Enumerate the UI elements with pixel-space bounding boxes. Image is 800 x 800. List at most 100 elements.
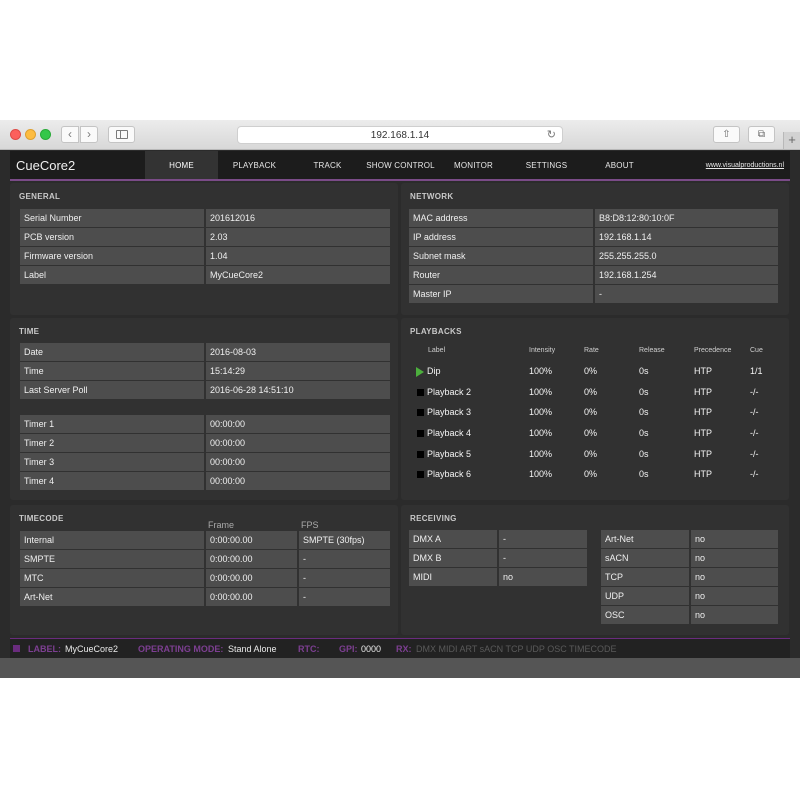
tabs-overview-button[interactable]: ⧉ <box>748 126 775 143</box>
chevron-left-icon: ‹ <box>68 127 72 141</box>
row-value: - <box>499 549 587 567</box>
row-label: MAC address <box>409 209 593 227</box>
sidebar-toggle-button[interactable] <box>108 126 135 143</box>
tab-home[interactable]: HOME <box>145 151 218 179</box>
row-value: 15:14:29 <box>206 362 390 380</box>
row-value: 255.255.255.0 <box>595 247 778 265</box>
row-label: MTC <box>20 569 204 587</box>
row-frame: 0:00:00.00 <box>206 569 297 587</box>
tab-track[interactable]: TRACK <box>291 151 364 179</box>
playback-cue: 1/1 <box>750 366 763 376</box>
row-frame: 0:00:00.00 <box>206 550 297 568</box>
row-value: no <box>691 587 778 605</box>
zoom-window-button[interactable] <box>40 129 51 140</box>
row-label: DMX A <box>409 530 497 548</box>
playback-cue: -/- <box>750 428 759 438</box>
status-rx-items: DMX MIDI ART sACN TCP UDP OSC TIMECODE <box>416 644 617 654</box>
stop-icon[interactable] <box>417 389 424 396</box>
new-tab-button[interactable]: + <box>783 132 800 149</box>
timer-value: 00:00:00 <box>206 453 390 471</box>
playback-label[interactable]: Playback 2 <box>427 387 471 397</box>
playback-intensity: 100% <box>529 387 553 397</box>
playbacks-panel: PLAYBACKS Label Intensity Rate Release P… <box>401 318 789 500</box>
tab-show-control[interactable]: SHOW CONTROL <box>364 151 437 179</box>
tabs-icon: ⧉ <box>757 129 766 140</box>
play-icon[interactable] <box>416 367 424 377</box>
playback-cue: -/- <box>750 469 759 479</box>
tab-monitor[interactable]: MONITOR <box>437 151 510 179</box>
back-button[interactable]: ‹ <box>61 126 79 143</box>
panel-title: TIMECODE <box>19 514 64 523</box>
row-label: MIDI <box>409 568 497 586</box>
row-label: Art-Net <box>20 588 204 606</box>
close-window-button[interactable] <box>10 129 21 140</box>
status-rtc-key: RTC: <box>298 644 320 654</box>
status-indicator-icon <box>13 645 20 652</box>
playback-cue: -/- <box>750 449 759 459</box>
app-brand: CueCore2 <box>16 158 76 173</box>
status-label-value: MyCueCore2 <box>65 644 119 654</box>
playback-release: 0s <box>639 449 649 459</box>
col-header-precedence: Precedence <box>694 347 732 354</box>
browser-toolbar: ‹ › 192.168.1.14 ↻ ⇧ ⧉ + <box>0 120 800 150</box>
tab-about[interactable]: ABOUT <box>583 151 656 179</box>
row-value: 192.168.1.14 <box>595 228 778 246</box>
row-label: sACN <box>601 549 689 567</box>
col-header-intensity: Intensity <box>529 347 556 354</box>
panel-title: RECEIVING <box>410 514 457 523</box>
tab-settings[interactable]: SETTINGS <box>510 151 583 179</box>
playback-label[interactable]: Playback 3 <box>427 407 471 417</box>
plus-icon: + <box>788 132 796 147</box>
playback-precedence: HTP <box>694 366 712 376</box>
playback-precedence: HTP <box>694 469 712 479</box>
playback-release: 0s <box>639 387 649 397</box>
playback-cue: -/- <box>750 407 759 417</box>
playback-label[interactable]: Dip <box>427 366 441 376</box>
col-header-fps: FPS <box>301 520 319 530</box>
row-fps: - <box>299 588 390 606</box>
row-label: Router <box>409 266 593 284</box>
row-value: MyCueCore2 <box>206 266 390 284</box>
row-value: no <box>499 568 587 586</box>
playback-intensity: 100% <box>529 449 553 459</box>
row-fps: SMPTE (30fps) <box>299 531 390 549</box>
row-value: 192.168.1.254 <box>595 266 778 284</box>
row-value: - <box>595 285 778 303</box>
row-label: TCP <box>601 568 689 586</box>
status-label-key: LABEL: <box>28 644 61 654</box>
reload-icon[interactable]: ↻ <box>547 127 556 144</box>
minimize-window-button[interactable] <box>25 129 36 140</box>
playback-precedence: HTP <box>694 428 712 438</box>
panel-title: PLAYBACKS <box>410 327 462 336</box>
panel-title: TIME <box>19 327 40 336</box>
forward-button[interactable]: › <box>80 126 98 143</box>
tab-playback[interactable]: PLAYBACK <box>218 151 291 179</box>
status-gpi-value: 0000 <box>361 644 382 654</box>
playback-label[interactable]: Playback 5 <box>427 449 471 459</box>
row-label: Time <box>20 362 204 380</box>
row-label: Label <box>20 266 204 284</box>
playback-label[interactable]: Playback 6 <box>427 469 471 479</box>
row-label: IP address <box>409 228 593 246</box>
timer-label: Timer 2 <box>20 434 204 452</box>
time-panel: TIME Date 2016-08-03 Time 15:14:29 Last … <box>10 318 398 500</box>
playback-rate: 0% <box>584 428 598 438</box>
stop-icon[interactable] <box>417 430 424 437</box>
playback-rate: 0% <box>584 407 598 417</box>
row-label: PCB version <box>20 228 204 246</box>
playback-label[interactable]: Playback 4 <box>427 428 471 438</box>
stop-icon[interactable] <box>417 451 424 458</box>
url-text: 192.168.1.14 <box>370 130 430 141</box>
row-value: no <box>691 606 778 624</box>
playback-precedence: HTP <box>694 387 712 397</box>
row-label: Last Server Poll <box>20 381 204 399</box>
chevron-right-icon: › <box>87 127 91 141</box>
stop-icon[interactable] <box>417 409 424 416</box>
address-bar[interactable]: 192.168.1.14 ↻ <box>237 126 563 144</box>
website-link[interactable]: www.visualproductions.nl <box>706 162 784 169</box>
share-button[interactable]: ⇧ <box>713 126 740 143</box>
stop-icon[interactable] <box>417 471 424 478</box>
browser-window: ‹ › 192.168.1.14 ↻ ⇧ ⧉ + CueCore2 HOME P… <box>0 120 800 678</box>
row-value: - <box>499 530 587 548</box>
status-mode-value: Stand Alone <box>228 644 277 654</box>
